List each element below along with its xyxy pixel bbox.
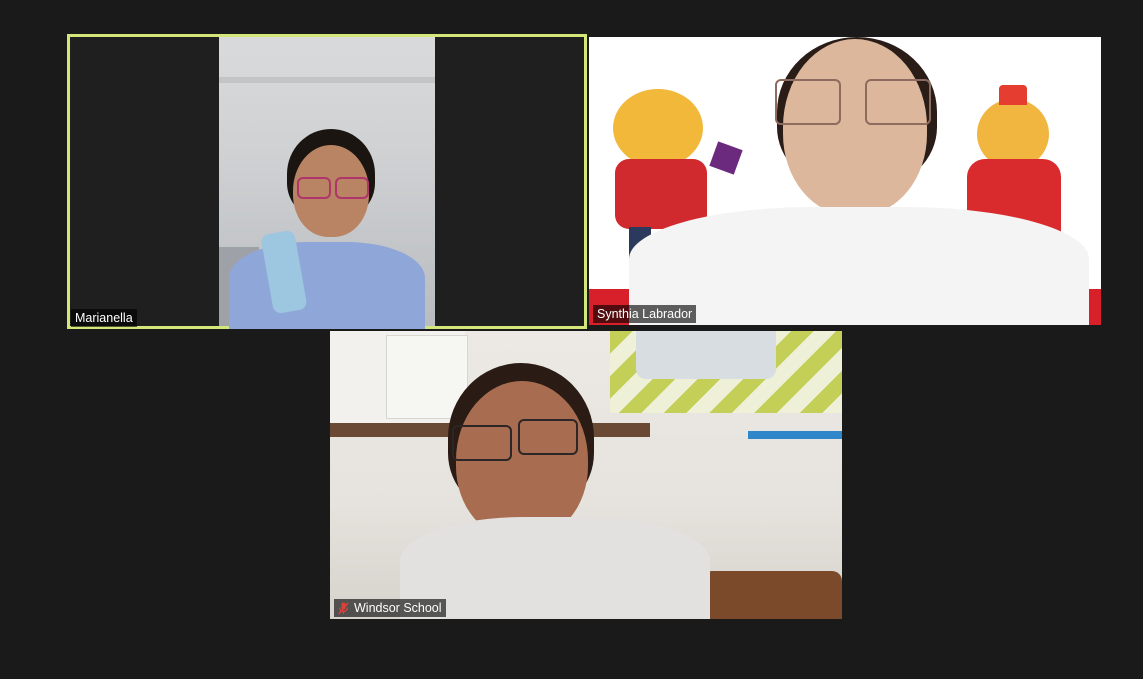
coat-hook-rail — [748, 431, 842, 439]
participant-name-tag: Windsor School — [334, 599, 446, 617]
glasses-left — [297, 177, 331, 199]
camera-feed — [330, 331, 842, 619]
glasses-left — [775, 79, 841, 125]
glasses-left — [452, 425, 512, 461]
video-tile-windsor-school[interactable]: Windsor School — [330, 331, 842, 619]
board-window — [636, 331, 776, 379]
scrubs — [229, 242, 425, 329]
participant-name: Windsor School — [354, 601, 442, 615]
glasses-right — [865, 79, 931, 125]
camera-feed — [219, 37, 435, 329]
glasses-right — [518, 419, 578, 455]
zoom-meeting-gallery: { "participants": [ {"name": "Marianella… — [0, 0, 1143, 679]
virtual-background — [589, 37, 1101, 325]
participant-name-tag: Marianella — [71, 309, 137, 327]
white-shirt — [629, 207, 1089, 325]
shirt — [400, 517, 710, 619]
face — [783, 39, 927, 215]
bear-crown — [999, 85, 1027, 105]
lion-mascot-head — [613, 89, 703, 167]
mic-muted-icon — [338, 601, 349, 614]
participant-name-tag: Synthia Labrador — [593, 305, 697, 323]
wall-trim — [219, 77, 435, 83]
bag — [702, 571, 842, 619]
participant-name: Marianella — [75, 311, 133, 325]
flag — [709, 141, 743, 175]
video-tile-synthia-labrador[interactable]: Synthia Labrador — [589, 37, 1101, 325]
participant-name: Synthia Labrador — [597, 307, 693, 321]
glasses-right — [335, 177, 369, 199]
video-tile-marianella[interactable]: Marianella — [67, 34, 587, 329]
